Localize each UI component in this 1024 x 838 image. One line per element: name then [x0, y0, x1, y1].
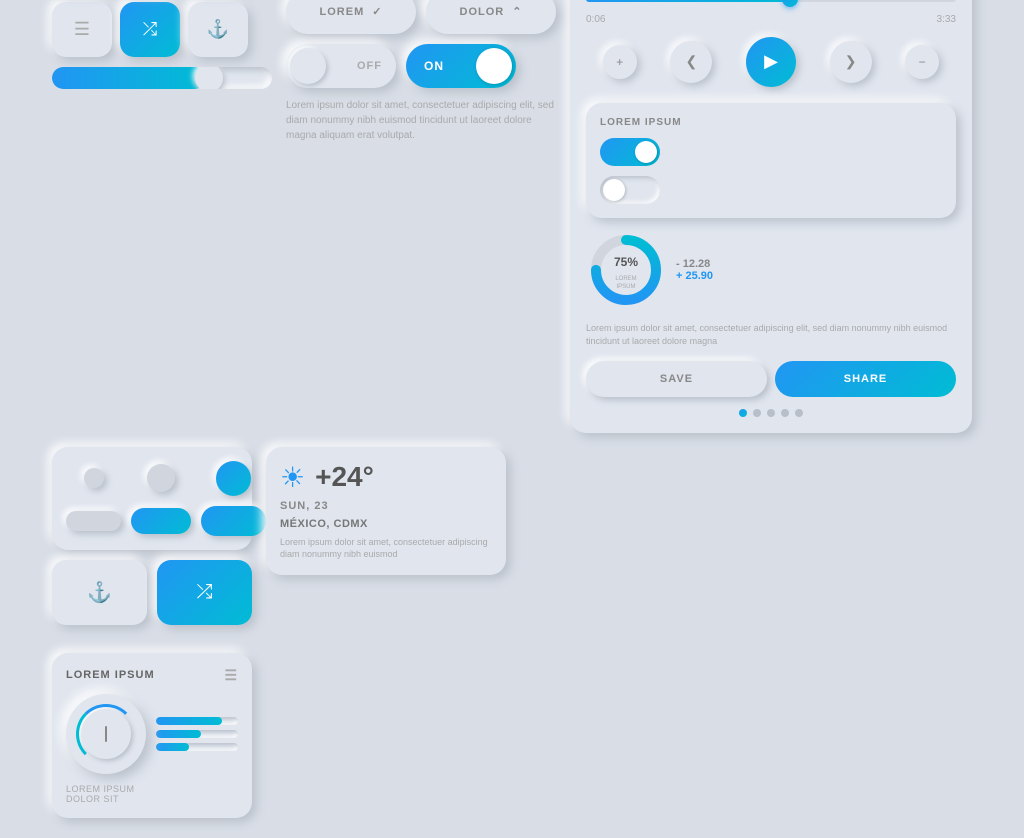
knob-footer: LOREM IPSUM DOLOR SIT — [66, 784, 238, 804]
hamburger-icon: ☰ — [74, 19, 90, 40]
plus-button[interactable]: + — [603, 45, 637, 79]
knob-ring — [76, 704, 136, 764]
knob-lines — [156, 717, 238, 751]
center-panel: 🔍 LOREM ✓ DOLOR ⌃ OFF ON Lorem ipsum dol… — [286, 0, 556, 143]
toggle-row-2 — [600, 176, 942, 204]
share-icon-btn[interactable]: ⤮ — [120, 2, 180, 57]
prev-button[interactable]: ❮ — [670, 41, 712, 83]
save-button[interactable]: SAVE — [586, 361, 767, 397]
dropdown-dolor[interactable]: DOLOR ⌃ — [426, 0, 556, 34]
music-progress-fill — [586, 0, 790, 2]
dropdown-lorem[interactable]: LOREM ✓ — [286, 0, 416, 34]
share-button[interactable]: SHARE — [775, 361, 956, 397]
progress-handle[interactable] — [195, 67, 223, 89]
share-icon: ⤮ — [143, 19, 157, 40]
dots-panel — [52, 447, 252, 550]
knob-panel-title: LOREM IPSUM ☰ — [66, 667, 238, 684]
knob-line-1 — [156, 717, 238, 725]
bookmark-icon-btn[interactable]: ⚓ — [188, 2, 248, 57]
knob-container — [66, 694, 238, 774]
bottom-actions: SAVE SHARE — [586, 361, 956, 397]
knob-line-2 — [156, 730, 238, 738]
chevron-up-icon: ⌃ — [512, 5, 522, 18]
pill-blue-md-1[interactable] — [131, 508, 191, 534]
chart-val-positive: + 25.90 — [676, 270, 713, 282]
toggle-on[interactable]: ON — [406, 44, 516, 88]
dot-nav-5[interactable] — [795, 409, 803, 417]
music-time-end: 3:33 — [937, 14, 956, 25]
knob-panel: LOREM IPSUM ☰ — [52, 653, 252, 818]
dot-gray-sm-1[interactable] — [84, 468, 104, 488]
bottom-icon-row: ⚓ ⤮ — [52, 560, 252, 625]
knob-line-3 — [156, 743, 238, 751]
weather-temp-container: +24° — [315, 461, 374, 493]
toggles-panel: LOREM IPSUM — [586, 103, 956, 218]
toggle-knob-2 — [603, 179, 625, 201]
music-player: UNTITLED01.MP3 LOREM IPSUM 0:06 3:33 + ❮… — [570, 0, 972, 433]
music-progress[interactable] — [586, 0, 956, 2]
dots-grid — [52, 447, 252, 550]
weather-city: MÉXICO, CDMX — [280, 518, 492, 530]
dot-nav-3[interactable] — [767, 409, 775, 417]
progress-bar[interactable] — [52, 67, 272, 89]
music-slider-handle[interactable] — [782, 0, 798, 7]
weather-panel: ☀ +24° SUN, 23 MÉXICO, CDMX Lorem ipsum … — [266, 447, 506, 575]
music-times: 0:06 3:33 — [586, 14, 956, 25]
bottom-row: LOREM IPSUM ☰ — [52, 447, 972, 818]
toggle-off-label: OFF — [357, 60, 382, 72]
weather-header: ☀ +24° — [280, 461, 492, 494]
icon-row-2: ☰ ⤮ ⚓ — [52, 2, 272, 57]
chart-val-negative: - 12.28 — [676, 258, 713, 270]
menu-icon-btn[interactable]: ☰ — [52, 2, 112, 57]
main-knob[interactable] — [66, 694, 146, 774]
play-button[interactable]: ▶ — [746, 37, 796, 87]
dot-nav-2[interactable] — [753, 409, 761, 417]
weather-desc: Lorem ipsum dolor sit amet, consectetuer… — [280, 536, 492, 561]
bottom-center: ⚓ ⤮ — [52, 447, 252, 625]
minus-button[interactable]: − — [905, 45, 939, 79]
toggle-row-main: OFF ON — [286, 44, 556, 88]
toggle-knob-1 — [635, 141, 657, 163]
donut-chart: 75% LOREM IPSUM — [586, 230, 666, 310]
sun-icon: ☀ — [280, 461, 305, 494]
toggle-on-label: ON — [424, 59, 444, 73]
dot-nav-1[interactable] — [739, 409, 747, 417]
toggle-on-knob — [476, 48, 512, 84]
pill-gray-sm-1[interactable] — [66, 511, 121, 531]
dropdown-row: LOREM ✓ DOLOR ⌃ — [286, 0, 556, 34]
pill-blue-lg-1[interactable] — [201, 506, 266, 536]
chevron-down-icon: ✓ — [372, 5, 382, 18]
music-controls: + ❮ ▶ ❯ − — [586, 37, 956, 87]
dot-gray-md-1[interactable] — [147, 464, 175, 492]
weather-day: SUN, 23 — [280, 500, 492, 512]
left-panel: 👤 1 📁 2 ⚙ 3 ☰ ⤮ ⚓ — [52, 0, 272, 143]
svg-text:IPSUM: IPSUM — [616, 284, 635, 290]
lorem-text: Lorem ipsum dolor sit amet, consectetuer… — [286, 98, 556, 143]
menu-icon-small[interactable]: ☰ — [224, 667, 238, 684]
toggle-off-knob — [290, 48, 326, 84]
dot-blue-lg-1[interactable] — [216, 461, 251, 496]
chart-row: 75% LOREM IPSUM - 12.28 + 25.90 — [586, 230, 956, 310]
toggle-off[interactable]: OFF — [286, 44, 396, 88]
toggle-row-1 — [600, 138, 942, 166]
weather-temp: +24° — [315, 461, 374, 493]
next-button[interactable]: ❯ — [830, 41, 872, 83]
bottom-share-btn[interactable]: ⤮ — [157, 560, 252, 625]
slide-text: Lorem ipsum dolor sit amet, consectetuer… — [586, 322, 956, 349]
bottom-bookmark-btn[interactable]: ⚓ — [52, 560, 147, 625]
progress-bar-fill — [52, 67, 206, 89]
toggle-2[interactable] — [600, 176, 660, 204]
music-time-start: 0:06 — [586, 14, 605, 25]
chart-values: - 12.28 + 25.90 — [676, 258, 713, 282]
svg-text:LOREM: LOREM — [615, 276, 636, 282]
bottom-right: ☀ +24° SUN, 23 MÉXICO, CDMX Lorem ipsum … — [266, 447, 506, 625]
toggles-panel-label: LOREM IPSUM — [600, 117, 942, 128]
toggle-1[interactable] — [600, 138, 660, 166]
dot-nav-4[interactable] — [781, 409, 789, 417]
svg-text:75%: 75% — [614, 255, 638, 269]
bookmark-icon: ⚓ — [207, 19, 229, 40]
dots-navigation — [586, 409, 956, 417]
